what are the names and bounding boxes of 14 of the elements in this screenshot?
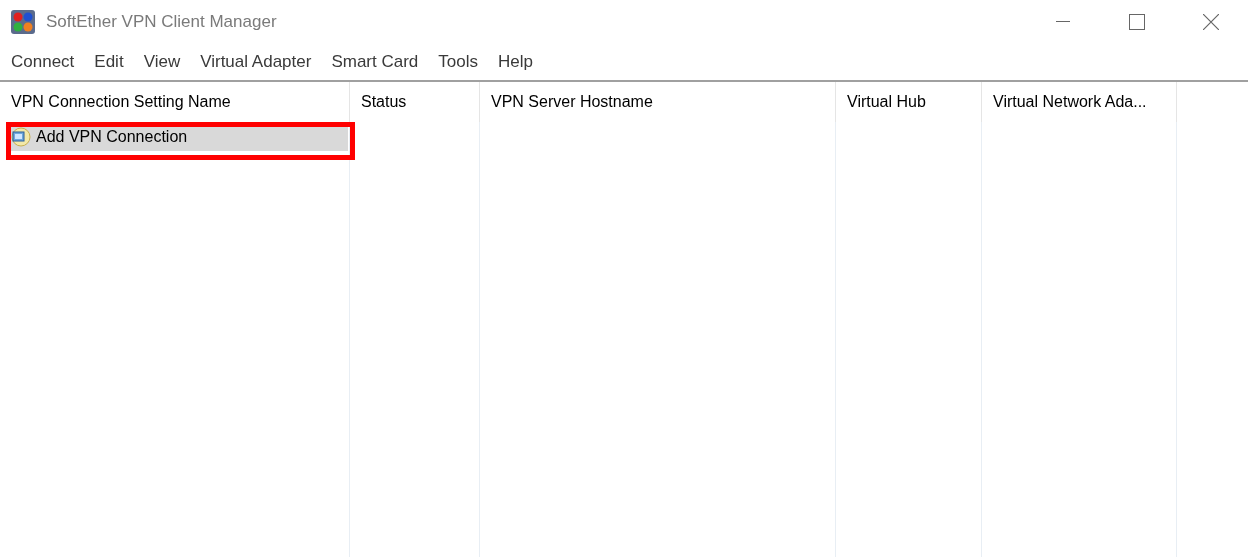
connection-icon <box>10 127 32 147</box>
menu-item[interactable]: Help <box>490 52 541 72</box>
maximize-icon <box>1129 14 1145 30</box>
menu-item[interactable]: View <box>135 52 189 72</box>
close-icon <box>1203 14 1219 30</box>
row-label: Add VPN Connection <box>36 128 188 146</box>
menu-item[interactable]: Smart Card <box>323 52 427 72</box>
menu-item[interactable]: Tools <box>430 52 486 72</box>
menu-item[interactable]: Edit <box>86 52 132 72</box>
minimize-icon <box>1056 21 1070 23</box>
menu-item[interactable]: Connect <box>3 52 83 72</box>
window-title: SoftEther VPN Client Manager <box>46 12 277 32</box>
menu-item[interactable]: Virtual Adapter <box>192 52 320 72</box>
app-logo-icon <box>11 10 35 34</box>
